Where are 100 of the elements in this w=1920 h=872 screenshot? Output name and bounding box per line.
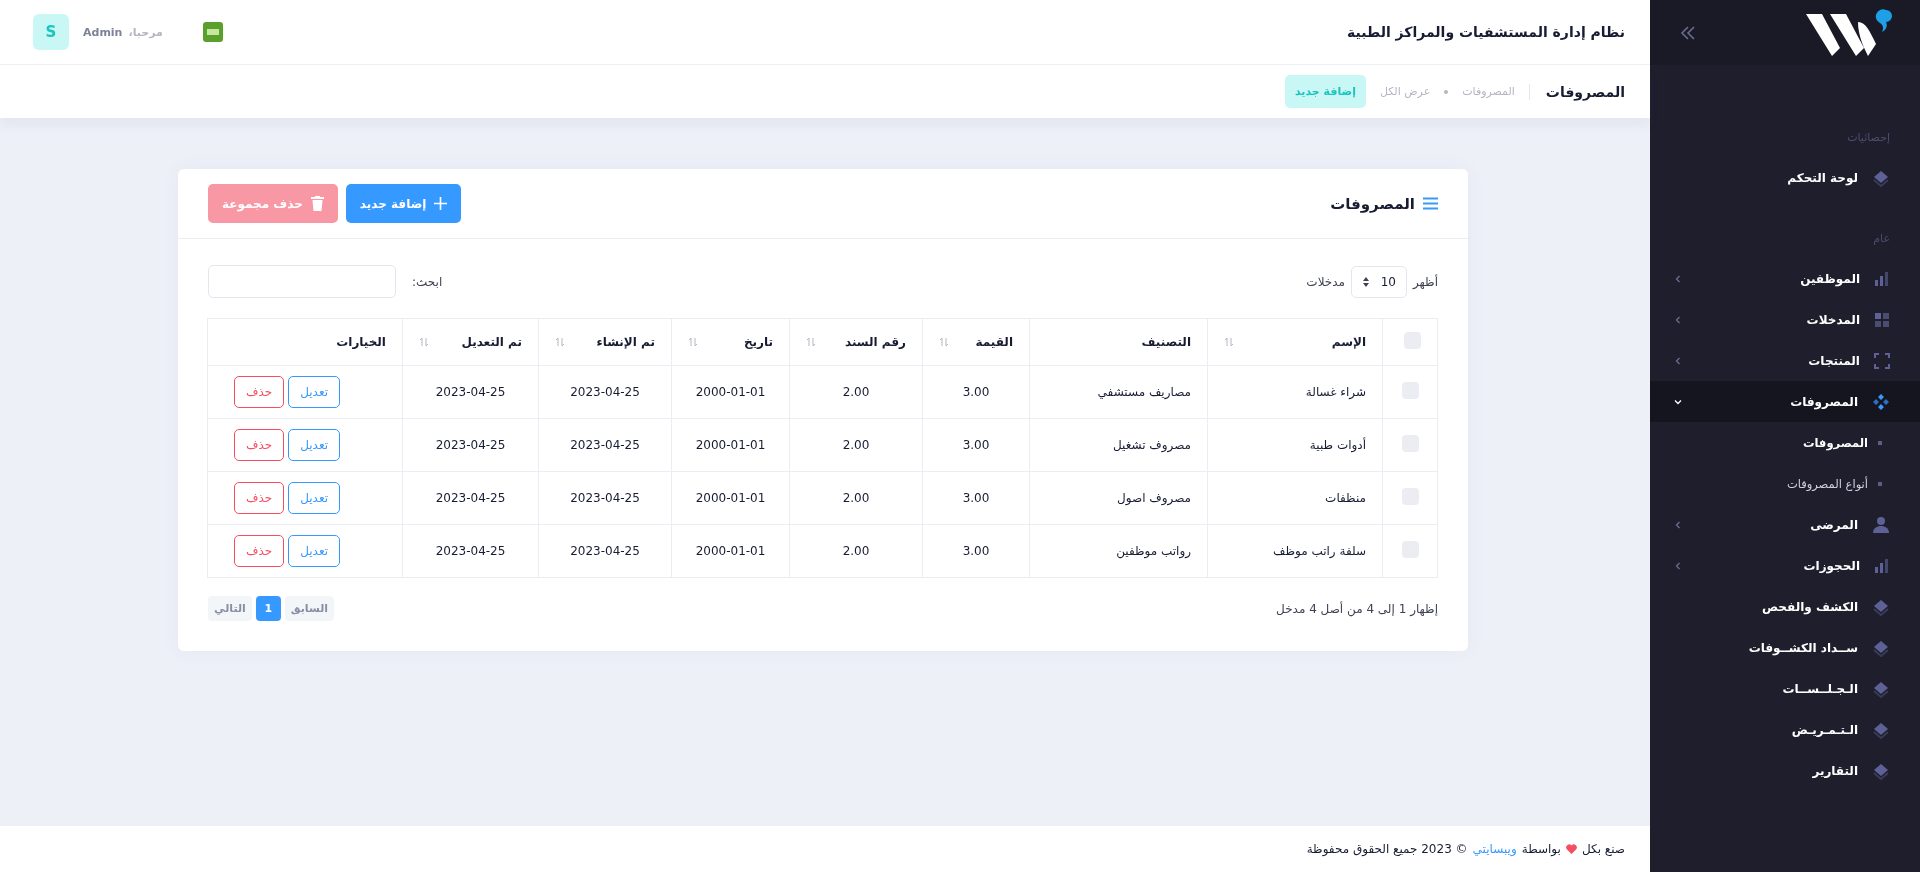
diamond-icon [1872, 638, 1890, 657]
table-cell: 2023-04-25 [538, 418, 672, 472]
diamond-icon [1872, 761, 1890, 780]
sidebar-item[interactable]: المصروفات [1650, 381, 1920, 422]
footer-text: بواسطة [1521, 842, 1561, 856]
column-header[interactable]: التصنيف [1029, 318, 1208, 366]
table-cell: 3.00 [922, 471, 1030, 525]
bar-chart-icon [1874, 270, 1890, 287]
table-cell: شراء غسالة [1207, 365, 1383, 419]
column-header[interactable]: الإسم [1207, 318, 1383, 366]
sidebar-item[interactable]: الكشف والفحص [1650, 586, 1920, 627]
chevron-left-icon [1674, 315, 1682, 324]
chevron-left-icon [1674, 520, 1682, 529]
section-heading: إحصائيات [1846, 129, 1891, 146]
menu-label: المدخلات [1805, 312, 1860, 327]
submenu-item[interactable]: أنواع المصروفات [1650, 463, 1920, 504]
table-cell: رواتب موظفين [1029, 524, 1208, 578]
page-title: المصروفات [1528, 83, 1625, 100]
table-cell: 2023-04-25 [402, 418, 539, 472]
table-info: إظهار 1 إلى 4 من أصل 4 مدخل [1276, 601, 1438, 616]
user-name: Admin [83, 25, 123, 39]
sidebar-item[interactable]: الحجوزات [1650, 545, 1920, 586]
card-title: المصروفات [1329, 194, 1415, 213]
frame-icon [1874, 352, 1890, 369]
footer-text: © 2023 جميع الحقوق محفوظة [1306, 842, 1468, 856]
app-title: نظام إدارة المستشفيات والمراكز الطبية [1346, 24, 1625, 40]
grid-icon [1874, 311, 1890, 328]
collapse-icon[interactable] [1680, 25, 1696, 40]
column-header[interactable]: تم الإنشاء [538, 318, 672, 366]
table-cell: 2000-01-01 [671, 418, 790, 472]
menu-icon [1423, 197, 1438, 210]
chevron-left-icon [1674, 274, 1682, 283]
menu-label: الموظفين [1799, 271, 1860, 286]
table-cell: 2.00 [789, 365, 923, 419]
menu-label: الحجوزات [1802, 558, 1860, 573]
table-cell: مصروف تشغيل [1029, 418, 1208, 472]
person-icon [1872, 515, 1890, 534]
sidebar-item[interactable]: المدخلات [1650, 299, 1920, 340]
table-cell: 2.00 [789, 524, 923, 578]
column-header[interactable]: تاريخ [671, 318, 790, 366]
menu-label: المصروفات [1789, 394, 1858, 409]
sort-icon [939, 337, 949, 347]
sidebar-item[interactable]: ســداد الكشــوفات [1650, 627, 1920, 668]
sidebar-item[interactable]: الموظفين [1650, 258, 1920, 299]
search-label: ابحث: [412, 274, 443, 289]
bar-chart-icon [1874, 557, 1890, 574]
trash-icon [310, 196, 324, 211]
column-header[interactable]: القيمة [922, 318, 1030, 366]
sidebar-item[interactable]: التقارير [1650, 750, 1920, 791]
sort-icon [688, 337, 698, 347]
table-cell: 2000-01-01 [671, 365, 790, 419]
dots-icon [1872, 392, 1890, 411]
menu-label: ســداد الكشــوفات [1747, 640, 1858, 655]
logo-icon [1804, 7, 1894, 58]
table-cell: 3.00 [922, 418, 1030, 472]
table-cell: 3.00 [922, 365, 1030, 419]
chevron-left-icon [1674, 561, 1682, 570]
table-cell: مصروف اصول [1029, 471, 1208, 525]
table-cell: أدوات طبية [1207, 418, 1383, 472]
menu-label: لوحة التحكم [1786, 170, 1858, 185]
diamond-icon [1872, 168, 1890, 187]
column-header[interactable]: رقم السند [789, 318, 923, 366]
sidebar-item[interactable]: المنتجات [1650, 340, 1920, 381]
sort-icon [555, 337, 565, 347]
table-cell: سلفة راتب موظف [1207, 524, 1383, 578]
table-cell: 2023-04-25 [538, 471, 672, 525]
flag-icon[interactable] [202, 22, 223, 42]
search-field[interactable] [208, 265, 396, 298]
menu-label: الـجـلــســات [1781, 681, 1858, 696]
table-cell: 2000-01-01 [671, 471, 790, 525]
menu-label: المنتجات [1807, 353, 1860, 368]
column-header[interactable]: الخيارات [207, 318, 403, 366]
section-heading: عام [1872, 230, 1891, 247]
footer-text: صنع بكل [1581, 842, 1625, 856]
sort-icon [1361, 275, 1370, 288]
menu-label: الكشف والفحص [1761, 599, 1858, 614]
greeting: مرحبا، [128, 25, 163, 39]
menu-label: المرضى [1809, 517, 1858, 532]
table-cell: 2.00 [789, 418, 923, 472]
sort-icon [419, 337, 429, 347]
table-cell: 2.00 [789, 471, 923, 525]
table-cell: 3.00 [922, 524, 1030, 578]
table-cell: 2000-01-01 [671, 524, 790, 578]
sidebar-item[interactable]: الـتـمـريـض [1650, 709, 1920, 750]
sort-icon [806, 337, 816, 347]
diamond-icon [1872, 720, 1890, 739]
diamond-icon [1872, 679, 1890, 698]
sidebar-item[interactable]: المرضى [1650, 504, 1920, 545]
page-length-select[interactable]: 10 [1350, 265, 1407, 298]
table-cell: 2023-04-25 [402, 471, 539, 525]
table-cell: 2023-04-25 [402, 524, 539, 578]
sidebar-item[interactable]: لوحة التحكم [1650, 157, 1920, 198]
length-label: مدخلات [1306, 274, 1345, 289]
submenu-item[interactable]: المصروفات [1650, 422, 1920, 463]
column-header[interactable]: تم التعديل [402, 318, 539, 366]
diamond-icon [1872, 597, 1890, 616]
chevron-left-icon [1674, 356, 1682, 365]
sidebar-item[interactable]: الـجـلــســات [1650, 668, 1920, 709]
sort-icon [1224, 337, 1234, 347]
table-cell: 2023-04-25 [538, 365, 672, 419]
